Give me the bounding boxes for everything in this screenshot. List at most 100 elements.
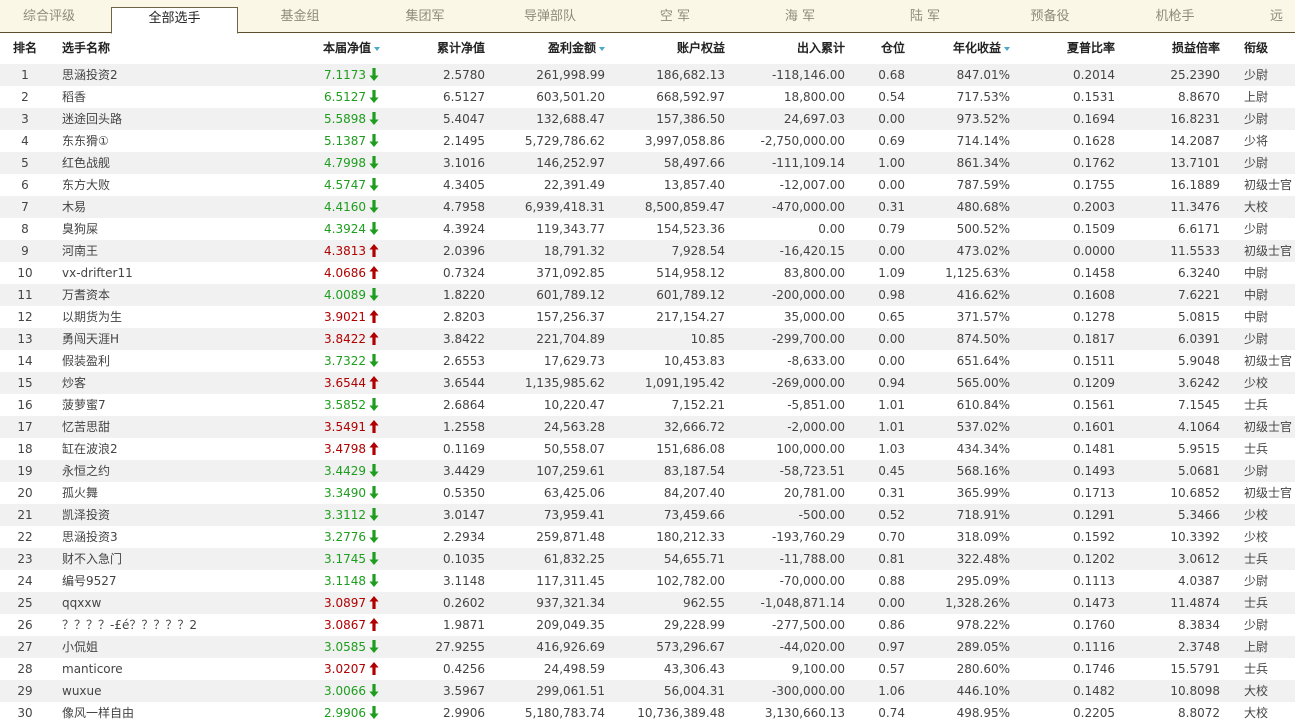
table-row[interactable]: 5 红色战舰 4.7998 3.1016 146,252.97 58,497.66 -111… xyxy=(0,152,1295,174)
tab-all-players[interactable]: 全部选手 xyxy=(111,7,238,34)
header-nav[interactable]: 本届净值 xyxy=(276,34,380,64)
cell-sharpe: 0.1694 xyxy=(1073,112,1115,126)
table-row[interactable]: 30 像风一样自由 2.9906 2.9906 5,180,783.74 10,736,3… xyxy=(0,702,1295,724)
tab-missile-force[interactable]: 导弹部队 xyxy=(490,0,610,33)
cell-player-name[interactable]: 编号9527 xyxy=(62,570,277,592)
cell-player-name[interactable]: 思涵投资2 xyxy=(62,64,277,86)
table-row[interactable]: 22 思涵投资3 3.2776 2.2934 259,871.48 180,212.33 -… xyxy=(0,526,1295,548)
table-row[interactable]: 8 臭狗屎 4.3924 4.3924 119,343.77 154,523.36 0.00… xyxy=(0,218,1295,240)
table-row[interactable]: 19 永恒之约 3.4429 3.4429 107,259.61 83,187.54 -58… xyxy=(0,460,1295,482)
table-row[interactable]: 20 孤火舞 3.3490 0.5350 63,425.06 84,207.40 20,78… xyxy=(0,482,1295,504)
tab-army[interactable]: 陆 军 xyxy=(865,0,985,33)
cell-player-name[interactable]: 臭狗屎 xyxy=(62,218,277,240)
cell-nav: 4.3813 xyxy=(324,244,366,258)
cell-player-name[interactable]: 像风一样自由 xyxy=(62,702,277,724)
cell-sharpe: 0.1755 xyxy=(1073,178,1115,192)
header-position[interactable]: 仓位 xyxy=(865,34,905,64)
header-pl-ratio[interactable]: 损益倍率 xyxy=(1135,34,1220,64)
cell-player-name[interactable]: 勇闯天涯H xyxy=(62,328,277,350)
cell-player-name[interactable]: 忆苦思甜 xyxy=(62,416,277,438)
cell-cum-nav: 1.2558 xyxy=(443,420,485,434)
header-equity[interactable]: 账户权益 xyxy=(615,34,725,64)
table-row[interactable]: 6 东方大败 4.5747 4.3405 22,391.49 13,857.40 -12,0… xyxy=(0,174,1295,196)
table-row[interactable]: 17 忆苦思甜 3.5491 1.2558 24,563.28 32,666.72 -2,0… xyxy=(0,416,1295,438)
cell-nav: 5.1387 xyxy=(324,134,366,148)
table-row[interactable]: 13 勇闯天涯H 3.8422 3.8422 221,704.89 10.85 -299,7… xyxy=(0,328,1295,350)
tab-overflow[interactable]: 远 xyxy=(1270,0,1295,33)
cell-player-name[interactable]: 木易 xyxy=(62,196,277,218)
cell-player-name[interactable]: 万耆资本 xyxy=(62,284,277,306)
cell-player-name[interactable]: 思涵投资3 xyxy=(62,526,277,548)
header-flow[interactable]: 出入累计 xyxy=(735,34,845,64)
table-row[interactable]: 10 vx-drifter11 4.0686 0.7324 371,092.85 514,… xyxy=(0,262,1295,284)
cell-player-name[interactable]: 财不入急门 xyxy=(62,548,277,570)
header-profit[interactable]: 盈利金额 xyxy=(500,34,605,64)
cell-player-name[interactable]: 东东猾① xyxy=(62,130,277,152)
cell-position: 0.70 xyxy=(878,530,905,544)
table-row[interactable]: 12 以期货为生 3.9021 2.8203 157,256.37 217,154.27 3… xyxy=(0,306,1295,328)
cell-player-name[interactable]: ？？？？-£é？？？？？2 xyxy=(62,614,277,636)
table-row[interactable]: 4 东东猾① 5.1387 2.1495 5,729,786.62 3,997,058.8… xyxy=(0,130,1295,152)
cell-nav: 3.9021 xyxy=(324,310,366,324)
tab-navy[interactable]: 海 军 xyxy=(740,0,860,33)
tab-machine-gunner[interactable]: 机枪手 xyxy=(1115,0,1235,33)
table-row[interactable]: 28 manticore 3.0207 0.4256 24,498.59 43,306.4… xyxy=(0,658,1295,680)
header-rank[interactable]: 排名 xyxy=(13,34,53,64)
table-row[interactable]: 7 木易 4.4160 4.7958 6,939,418.31 8,500,859.47 -… xyxy=(0,196,1295,218)
table-row[interactable]: 3 迷途回头路 5.5898 5.4047 132,688.47 157,386.50 24… xyxy=(0,108,1295,130)
cell-player-name[interactable]: 炒客 xyxy=(62,372,277,394)
table-row[interactable]: 15 炒客 3.6544 3.6544 1,135,985.62 1,091,195.42… xyxy=(0,372,1295,394)
table-row[interactable]: 16 菠萝蜜7 3.5852 2.6864 10,220.47 7,152.21 -5,85… xyxy=(0,394,1295,416)
table-row[interactable]: 25 qqxxw 3.0897 0.2602 937,321.34 962.55 -1,04… xyxy=(0,592,1295,614)
cell-player-name[interactable]: 孤火舞 xyxy=(62,482,277,504)
cell-title: 大校 xyxy=(1244,706,1269,720)
table-row[interactable]: 23 财不入急门 3.1745 0.1035 61,832.25 54,655.71 -11… xyxy=(0,548,1295,570)
cell-player-name[interactable]: 永恒之约 xyxy=(62,460,277,482)
cell-player-name[interactable]: manticore xyxy=(62,658,277,680)
cell-player-name[interactable]: vx-drifter11 xyxy=(62,262,277,284)
header-cum-nav[interactable]: 累计净值 xyxy=(400,34,485,64)
cell-title: 少校 xyxy=(1244,530,1269,544)
table-row[interactable]: 21 凯泽投资 3.3112 3.0147 73,959.41 73,459.66 -500… xyxy=(0,504,1295,526)
cell-player-name[interactable]: 迷途回头路 xyxy=(62,108,277,130)
table-row[interactable]: 29 wuxue 3.0066 3.5967 299,061.51 56,004.31 -3… xyxy=(0,680,1295,702)
table-row[interactable]: 24 编号9527 3.1148 3.1148 117,311.45 102,782.00… xyxy=(0,570,1295,592)
cell-player-name[interactable]: 小侃姐 xyxy=(62,636,277,658)
table-row[interactable]: 18 缸在波浪2 3.4798 0.1169 50,558.07 151,686.08 10… xyxy=(0,438,1295,460)
table-row[interactable]: 14 假装盈利 3.7322 2.6553 17,629.73 10,453.83 -8,6… xyxy=(0,350,1295,372)
table-row[interactable]: 26 ？？？？-£é？？？？？2 3.0867 1.9871 209,049.35 29,… xyxy=(0,614,1295,636)
cell-player-name[interactable]: 以期货为生 xyxy=(62,306,277,328)
tab-reserve[interactable]: 预备役 xyxy=(990,0,1110,33)
tab-air-force[interactable]: 空 军 xyxy=(615,0,735,33)
table-row[interactable]: 9 河南王 4.3813 2.0396 18,791.32 7,928.54 -16,420… xyxy=(0,240,1295,262)
header-name[interactable]: 选手名称 xyxy=(62,34,182,64)
cell-player-name[interactable]: 缸在波浪2 xyxy=(62,438,277,460)
header-annual[interactable]: 年化收益 xyxy=(920,34,1010,64)
cell-flow: 3,130,660.13 xyxy=(764,706,845,720)
cell-player-name[interactable]: wuxue xyxy=(62,680,277,702)
cell-title: 初级士官 xyxy=(1244,178,1293,192)
tab-army-group[interactable]: 集团军 xyxy=(365,0,485,33)
tab-overall-rating[interactable]: 综合评级 xyxy=(0,0,98,33)
table-row[interactable]: 2 稻香 6.5127 6.5127 603,501.20 668,592.97 18,80… xyxy=(0,86,1295,108)
cell-rank: 19 xyxy=(17,464,33,478)
tab-fund-group[interactable]: 基金组 xyxy=(240,0,360,33)
tab-bar: 综合评级 全部选手 基金组 集团军 导弹部队 空 军 海 军 陆 军 预备役 机… xyxy=(0,0,1295,34)
table-row[interactable]: 11 万耆资本 4.0089 1.8220 601,789.12 601,789.12 -2… xyxy=(0,284,1295,306)
table-row[interactable]: 27 小侃姐 3.0585 27.9255 416,926.69 573,296.67 -4… xyxy=(0,636,1295,658)
cell-player-name[interactable]: 凯泽投资 xyxy=(62,504,277,526)
cell-player-name[interactable]: qqxxw xyxy=(62,592,277,614)
header-sharpe[interactable]: 夏普比率 xyxy=(1030,34,1115,64)
cell-player-name[interactable]: 红色战舰 xyxy=(62,152,277,174)
cell-player-name[interactable]: 河南王 xyxy=(62,240,277,262)
cell-player-name[interactable]: 东方大败 xyxy=(62,174,277,196)
cell-annual: 717.53% xyxy=(956,90,1010,104)
cell-player-name[interactable]: 假装盈利 xyxy=(62,350,277,372)
cell-player-name[interactable]: 菠萝蜜7 xyxy=(62,394,277,416)
header-title[interactable]: 衔级 xyxy=(1244,34,1294,64)
cell-position: 1.01 xyxy=(878,398,905,412)
cell-player-name[interactable]: 稻香 xyxy=(62,86,277,108)
table-row[interactable]: 1 思涵投资2 7.1173 2.5780 261,998.99 186,682.13 -1… xyxy=(0,64,1295,86)
cell-rank: 8 xyxy=(21,222,29,236)
cell-title: 少尉 xyxy=(1244,222,1269,236)
